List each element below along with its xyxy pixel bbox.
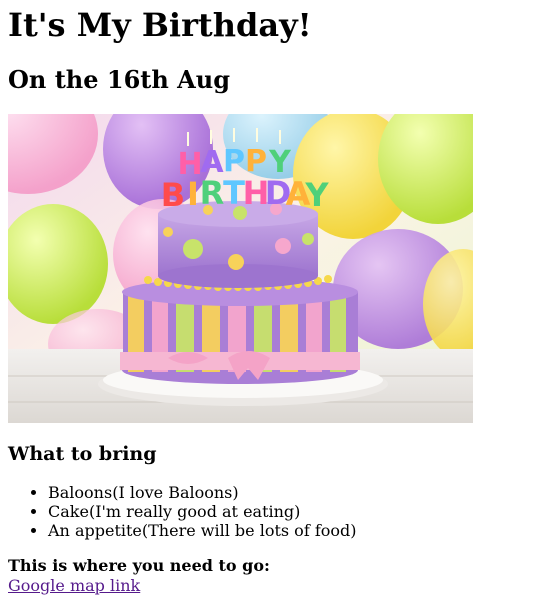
page-subtitle: On the 16th Aug [8,65,231,94]
bring-list: Baloons(I love Baloons) Cake(I'm really … [8,483,542,540]
page-title: It's My Birthday! [8,6,312,44]
location-heading: This is where you need to go: [8,556,270,575]
page-body: It's My Birthday! On the 16th Aug H A P … [0,0,550,597]
list-item: An appetite(There will be lots of food) [48,521,542,540]
list-item: Cake(I'm really good at eating) [48,502,542,521]
google-map-link[interactable]: Google map link [8,576,140,595]
svg-text:R: R [200,174,225,212]
svg-text:Y: Y [304,176,329,214]
list-item: Baloons(I love Baloons) [48,483,542,502]
birthday-cake-image: H A P P Y B I R T H D A Y [8,114,473,423]
svg-text:I: I [187,175,199,213]
svg-text:B: B [161,176,185,214]
bring-heading: What to bring [8,443,157,465]
